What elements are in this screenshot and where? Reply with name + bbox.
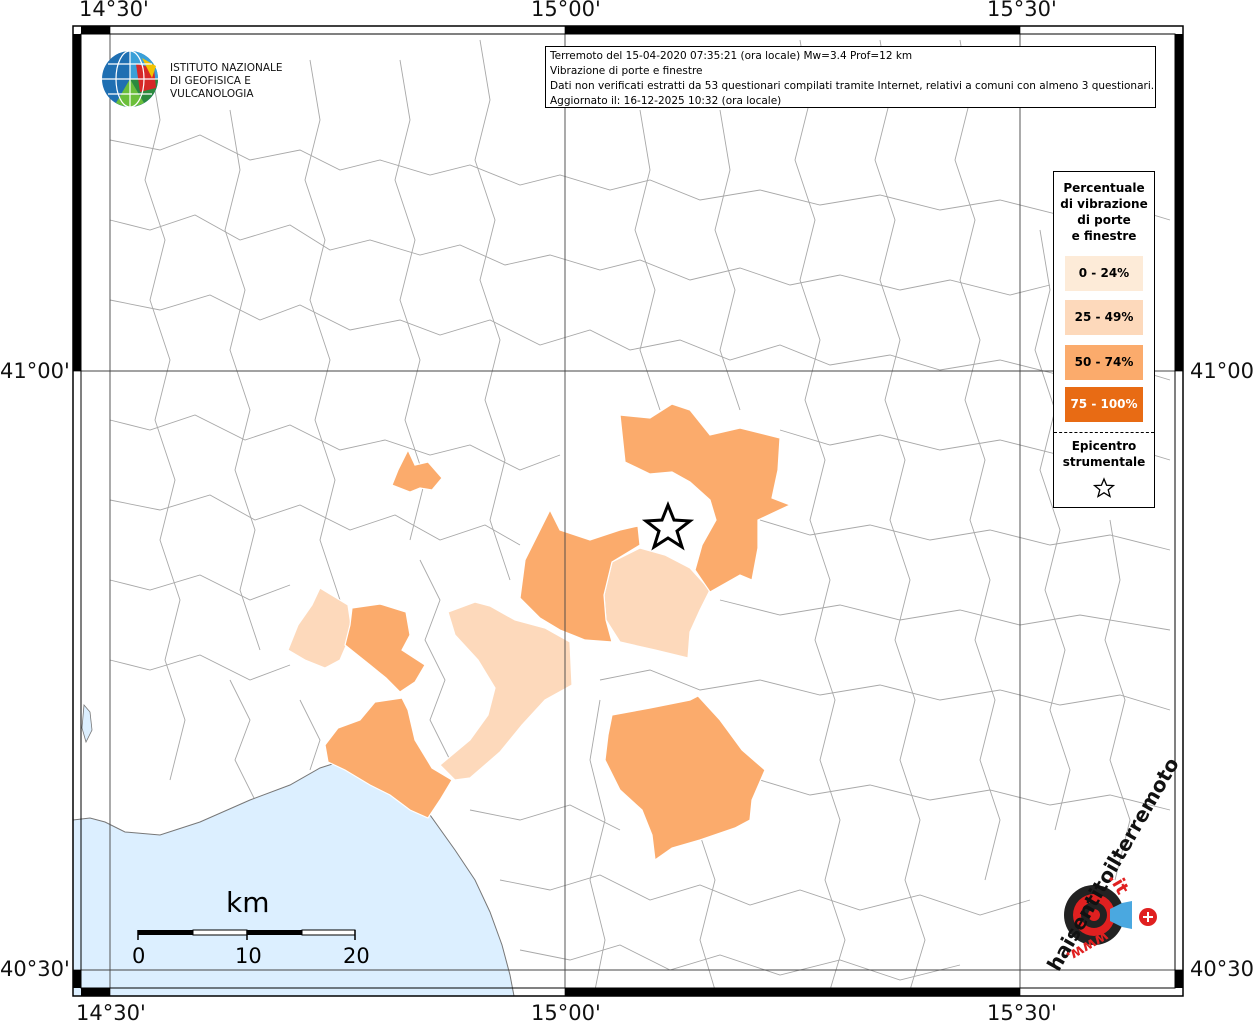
lat-label-left-4030: 40°30' xyxy=(0,957,70,981)
globe-icon xyxy=(102,50,158,108)
scale-tick-20: 20 xyxy=(343,944,370,968)
legend-title: Percentuale di vibrazione di porte e fin… xyxy=(1054,180,1154,244)
lat-label-left-4100: 41°00' xyxy=(0,359,70,383)
event-parameter: Vibrazione di porte e finestre xyxy=(550,65,703,77)
lat-label-right-4100: 41°00' xyxy=(1190,359,1256,383)
event-updated: Aggiornato il: 16-12-2025 10:32 (ora loc… xyxy=(550,95,782,107)
star-icon xyxy=(1092,477,1116,498)
ingv-name-line1: ISTITUTO NAZIONALE xyxy=(170,62,283,74)
lon-label-top-1430: 14°30' xyxy=(79,0,149,21)
legend-class-75-100: 75 - 100% xyxy=(1065,387,1143,422)
legend-class-25-49: 25 - 49% xyxy=(1065,300,1143,335)
lat-label-right-4030: 40°30' xyxy=(1190,957,1256,981)
legend-epicenter-line2: strumentale xyxy=(1062,455,1146,469)
legend-title-line2: di vibrazione xyxy=(1060,197,1148,211)
event-title: Terremoto del 15-04-2020 07:35:21 (ora l… xyxy=(550,50,913,62)
legend-epicenter-label: Epicentro strumentale xyxy=(1054,438,1154,470)
lon-label-top-1530: 15°30' xyxy=(987,0,1057,21)
legend-box: Percentuale di vibrazione di porte e fin… xyxy=(1053,171,1155,508)
ingv-logo: ISTITUTO NAZIONALE DI GEOFISICA E VULCAN… xyxy=(100,48,310,108)
legend-class-0-24: 0 - 24% xyxy=(1065,256,1143,291)
lon-label-top-1500: 15°00' xyxy=(531,0,601,21)
legend-class-50-74: 50 - 74% xyxy=(1065,345,1143,380)
lon-label-bottom-1500: 15°00' xyxy=(531,1001,601,1025)
scale-tick-10: 10 xyxy=(235,944,262,968)
legend-title-line4: e finestre xyxy=(1071,229,1137,243)
legend-title-line1: Percentuale xyxy=(1063,181,1145,195)
event-data-note: Dati non verificati estratti da 53 quest… xyxy=(550,80,1155,92)
event-info-box: Terremoto del 15-04-2020 07:35:21 (ora l… xyxy=(545,46,1156,108)
legend-epicenter-line1: Epicentro xyxy=(1071,439,1137,453)
legend-title-line3: di porte xyxy=(1077,213,1131,227)
ingv-name-line2: DI GEOFISICA E VULCANOLOGIA xyxy=(170,75,254,100)
scale-tick-0: 0 xyxy=(132,944,146,968)
scale-title: km xyxy=(226,886,270,919)
legend-separator xyxy=(1054,432,1154,433)
lon-label-bottom-1430: 14°30' xyxy=(76,1001,146,1025)
lon-label-bottom-1530: 15°30' xyxy=(987,1001,1057,1025)
hsit-logo[interactable]: haisentitoilterremoto .it www. xyxy=(1030,753,1184,975)
